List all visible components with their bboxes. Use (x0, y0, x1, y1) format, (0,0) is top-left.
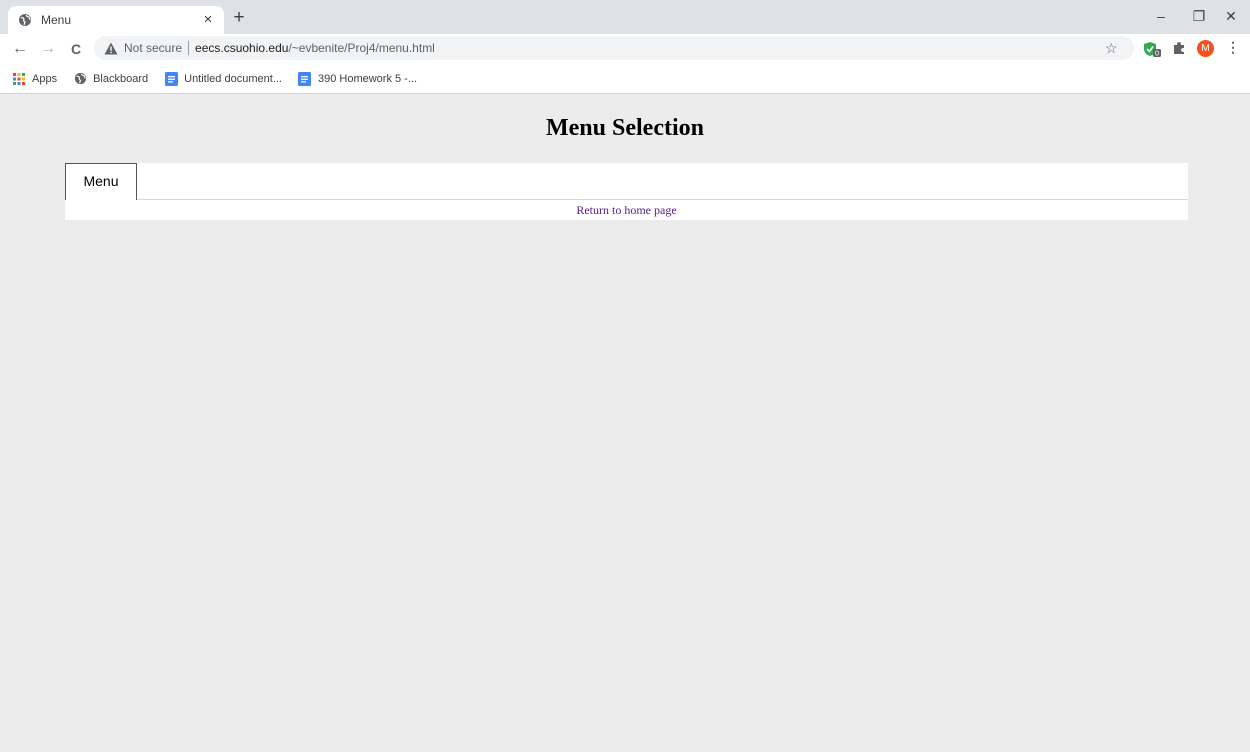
bookmark-390-homework[interactable]: 390 Homework 5 -... (298, 71, 418, 86)
close-window-button[interactable]: ✕ (1222, 6, 1240, 26)
security-label[interactable]: Not secure (124, 41, 182, 55)
omnibox-divider (188, 41, 190, 55)
shield-extension-icon[interactable]: 0 (1143, 41, 1161, 58)
page-title: Menu Selection (546, 115, 704, 141)
restore-button[interactable]: ❐ (1190, 6, 1208, 26)
bookmarks-bar: Apps Blackboard Untitled document... 390… (0, 64, 1250, 94)
bookmark-blackboard[interactable]: Blackboard (73, 72, 148, 86)
svg-text:0: 0 (1155, 50, 1159, 58)
tab-title: Menu (41, 13, 72, 27)
bookmark-star-icon[interactable]: ☆ (1105, 40, 1118, 57)
docs-icon (298, 71, 312, 86)
menu-tab[interactable]: Menu (65, 163, 137, 200)
globe-icon (18, 13, 32, 27)
menu-bar: Menu (65, 163, 1188, 200)
forward-button[interactable]: → (38, 38, 58, 60)
apps-grid-icon (12, 72, 26, 86)
browser-tab-menu[interactable]: Menu × (8, 6, 224, 34)
bookmark-label: Untitled document... (184, 72, 282, 85)
reload-button[interactable]: C (66, 38, 86, 60)
more-menu-icon[interactable]: ⋮ (1226, 39, 1240, 56)
tab-strip: Menu × + – ❐ ✕ (0, 0, 1250, 34)
url-path: /~evbenite/Proj4/menu.html (288, 41, 435, 55)
page-content: Menu Selection Menu Return to home page (0, 95, 1250, 752)
bookmark-label: 390 Homework 5 -... (317, 72, 418, 85)
minimize-button[interactable]: – (1152, 6, 1170, 26)
warning-icon[interactable] (104, 41, 118, 55)
globe-icon (73, 72, 87, 86)
browser-toolbar: ← → C Not secure eecs.csuohio.edu/~evben… (0, 34, 1250, 64)
url-text[interactable]: eecs.csuohio.edu/~evbenite/Proj4/menu.ht… (195, 41, 435, 55)
address-bar[interactable]: Not secure eecs.csuohio.edu/~evbenite/Pr… (94, 36, 1134, 60)
bookmark-label: Blackboard (93, 72, 149, 85)
url-host: eecs.csuohio.edu (195, 41, 289, 55)
back-button[interactable]: ← (10, 38, 30, 60)
new-tab-button[interactable]: + (230, 8, 248, 27)
extensions-puzzle-icon[interactable] (1172, 41, 1186, 55)
tab-close-icon[interactable]: × (200, 12, 216, 28)
profile-avatar[interactable]: M (1197, 40, 1214, 57)
bookmark-apps[interactable]: Apps (12, 72, 57, 86)
return-home-link[interactable]: Return to home page (576, 203, 676, 217)
docs-icon (164, 71, 178, 86)
bookmark-untitled-document[interactable]: Untitled document... (164, 71, 282, 86)
footer-bar: Return to home page (65, 200, 1188, 220)
bookmark-label: Apps (32, 72, 58, 85)
